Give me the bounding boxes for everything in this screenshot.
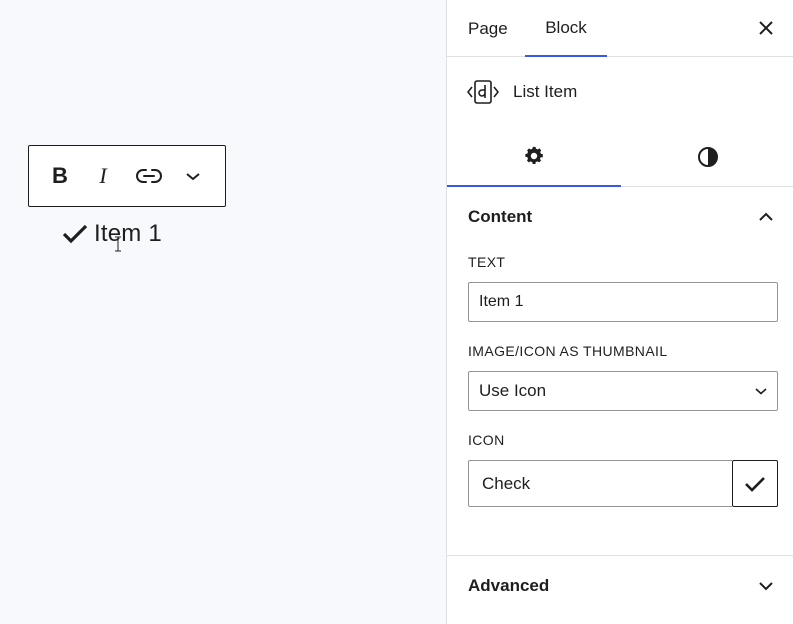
block-card: List Item — [467, 78, 577, 106]
advanced-panel-title: Advanced — [468, 576, 550, 595]
text-field-label: TEXT — [468, 254, 506, 270]
list-item-text[interactable]: Item 1 — [94, 220, 162, 248]
close-icon — [759, 21, 773, 35]
list-item-icon — [467, 80, 499, 104]
block-toolbar: B I — [28, 145, 226, 207]
close-button[interactable] — [752, 14, 780, 42]
editor-canvas[interactable]: B I Item 1 — [0, 0, 446, 624]
tab-block[interactable]: Block — [525, 0, 607, 57]
thumbnail-field-label: IMAGE/ICON AS THUMBNAIL — [468, 343, 668, 359]
chevron-down-icon — [186, 173, 200, 181]
bold-button[interactable]: B — [41, 154, 79, 198]
inspector-tabs — [447, 126, 793, 187]
more-options-button[interactable] — [171, 154, 215, 198]
italic-button[interactable]: I — [79, 154, 127, 198]
icon-field-label: ICON — [468, 432, 505, 448]
tab-settings[interactable] — [447, 126, 621, 187]
gear-icon — [525, 146, 543, 164]
panel-divider — [447, 555, 793, 556]
chevron-down-icon — [759, 582, 773, 591]
content-panel-title: Content — [468, 207, 533, 226]
content-panel-toggle[interactable]: Content — [468, 204, 774, 230]
tab-page[interactable]: Page — [468, 0, 508, 57]
settings-sidebar: Page Block List Item Content TEXT Item 1… — [446, 0, 793, 624]
contrast-icon — [697, 146, 718, 167]
icon-field[interactable]: Check — [468, 460, 732, 507]
check-icon — [62, 224, 88, 244]
check-icon — [745, 476, 765, 492]
text-field[interactable]: Item 1 — [468, 282, 778, 322]
chevron-up-icon — [759, 212, 773, 221]
link-button[interactable] — [127, 154, 171, 198]
link-icon — [136, 169, 162, 183]
tab-styles[interactable] — [621, 126, 793, 187]
icon-preview-button[interactable] — [732, 460, 778, 507]
icon-picker: Check — [468, 460, 778, 507]
thumbnail-select[interactable]: Use Icon — [468, 371, 778, 411]
block-title: List Item — [513, 82, 578, 101]
advanced-panel-toggle[interactable]: Advanced — [468, 573, 774, 599]
thumbnail-select-value: Use Icon — [479, 381, 547, 400]
list-item-block[interactable]: Item 1 — [62, 218, 162, 250]
sidebar-header: Page Block — [447, 0, 793, 57]
chevron-down-icon — [755, 388, 767, 395]
text-cursor-icon — [115, 236, 121, 252]
